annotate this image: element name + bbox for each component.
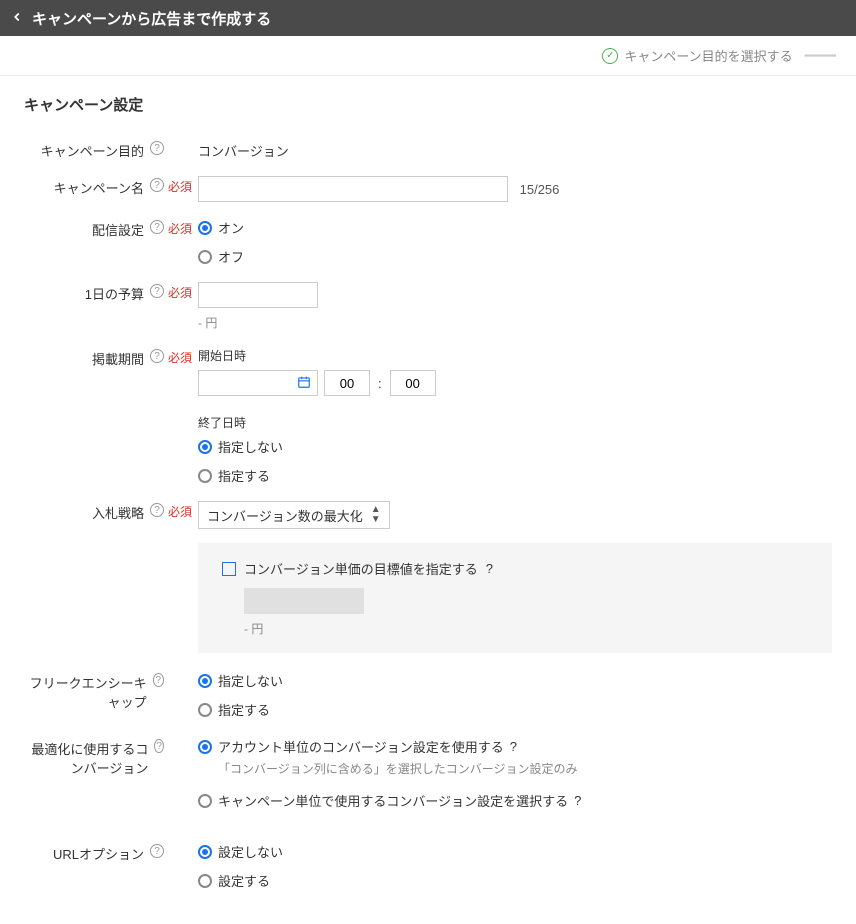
radio-icon bbox=[198, 740, 212, 754]
radio-label: 指定しない bbox=[218, 671, 283, 690]
trail-line: ━━━━ bbox=[805, 48, 836, 64]
help-icon[interactable]: ? bbox=[486, 561, 493, 576]
radio-icon bbox=[198, 440, 212, 454]
time-separator: : bbox=[378, 376, 382, 391]
start-date-input[interactable] bbox=[198, 370, 318, 396]
label-objective: キャンペーン目的 bbox=[41, 141, 144, 160]
daily-budget-input[interactable] bbox=[198, 282, 318, 308]
urlopt-none-radio[interactable]: 設定しない bbox=[198, 842, 832, 861]
start-date-label: 開始日時 bbox=[198, 347, 832, 364]
header-title: キャンペーンから広告まで作成する bbox=[32, 8, 271, 29]
objective-value: コンバージョン bbox=[194, 139, 832, 160]
page-header: キャンペーンから広告まで作成する bbox=[0, 0, 856, 36]
radio-icon bbox=[198, 794, 212, 808]
required-badge: 必須 bbox=[168, 505, 192, 519]
optconv-campaign-radio[interactable]: キャンペーン単位で使用するコンバージョン設定を選択する ? bbox=[198, 791, 832, 810]
required-badge: 必須 bbox=[168, 222, 192, 236]
label-period: 掲載期間 bbox=[92, 349, 144, 368]
label-delivery: 配信設定 bbox=[92, 220, 144, 239]
urlopt-set-radio[interactable]: 設定する bbox=[198, 871, 832, 890]
row-objective: キャンペーン目的 ? コンバージョン bbox=[24, 139, 832, 160]
row-period: 掲載期間 ? 必須 開始日時 : 終了日時 指定しない bbox=[24, 347, 832, 485]
back-icon[interactable] bbox=[10, 10, 24, 27]
help-icon[interactable]: ? bbox=[510, 739, 517, 754]
row-bid: 入札戦略 ? 必須 コンバージョン数の最大化 ▲▼ コンバージョン単価の目標値を… bbox=[24, 501, 832, 653]
name-counter: 15/256 bbox=[520, 182, 560, 197]
label-urlopt: URLオプション bbox=[53, 844, 144, 863]
delivery-off-radio[interactable]: オフ bbox=[198, 247, 832, 266]
optconv-account-radio[interactable]: アカウント単位のコンバージョン設定を使用する ? bbox=[198, 737, 832, 756]
end-none-radio[interactable]: 指定しない bbox=[198, 437, 832, 456]
radio-icon bbox=[198, 469, 212, 483]
row-urlopt: URLオプション ? 設定しない 設定する bbox=[24, 842, 832, 890]
campaign-name-input[interactable] bbox=[198, 176, 508, 202]
delivery-on-radio[interactable]: オン bbox=[198, 218, 832, 237]
end-date-label: 終了日時 bbox=[198, 414, 832, 431]
row-optconv: 最適化に使用するコンバージョン ? アカウント単位のコンバージョン設定を使用する… bbox=[24, 737, 832, 824]
radio-label: 指定する bbox=[218, 700, 270, 719]
help-icon[interactable]: ? bbox=[150, 349, 164, 363]
progress-subheader: ✓ キャンペーン目的を選択する ━━━━ bbox=[0, 36, 856, 76]
end-set-radio[interactable]: 指定する bbox=[198, 466, 832, 485]
cpa-hint: - 円 bbox=[244, 620, 808, 637]
check-icon: ✓ bbox=[602, 48, 618, 64]
select-value: コンバージョン数の最大化 bbox=[207, 506, 363, 525]
radio-label: 設定しない bbox=[218, 842, 283, 861]
help-icon[interactable]: ? bbox=[574, 793, 581, 808]
budget-hint: - 円 bbox=[198, 314, 832, 331]
radio-label: オン bbox=[218, 218, 244, 237]
required-badge: 必須 bbox=[168, 286, 192, 300]
label-bid: 入札戦略 bbox=[92, 503, 144, 522]
radio-icon bbox=[198, 250, 212, 264]
help-icon[interactable]: ? bbox=[154, 739, 164, 753]
optconv-account-desc: 「コンバージョン列に含める」を選択したコンバージョン設定のみ bbox=[218, 760, 832, 777]
label-budget: 1日の予算 bbox=[85, 284, 144, 303]
radio-label: キャンペーン単位で使用するコンバージョン設定を選択する bbox=[218, 791, 568, 810]
radio-icon bbox=[198, 703, 212, 717]
bid-strategy-select[interactable]: コンバージョン数の最大化 ▲▼ bbox=[198, 501, 390, 529]
start-hour-input[interactable] bbox=[324, 370, 370, 396]
freqcap-none-radio[interactable]: 指定しない bbox=[198, 671, 832, 690]
step-label: キャンペーン目的を選択する bbox=[624, 46, 792, 65]
radio-label: 指定しない bbox=[218, 437, 283, 456]
radio-icon bbox=[198, 845, 212, 859]
bid-panel: コンバージョン単価の目標値を指定する ? - 円 bbox=[198, 543, 832, 653]
row-delivery: 配信設定 ? 必須 オン オフ bbox=[24, 218, 832, 266]
radio-label: オフ bbox=[218, 247, 244, 266]
required-badge: 必須 bbox=[168, 351, 192, 365]
start-minute-input[interactable] bbox=[390, 370, 436, 396]
help-icon[interactable]: ? bbox=[150, 503, 164, 517]
target-cpa-checkbox[interactable] bbox=[222, 562, 236, 576]
radio-icon bbox=[198, 874, 212, 888]
radio-label: アカウント単位のコンバージョン設定を使用する bbox=[218, 737, 504, 756]
chevron-updown-icon: ▲▼ bbox=[371, 505, 381, 525]
radio-label: 設定する bbox=[218, 871, 270, 890]
radio-icon bbox=[198, 221, 212, 235]
freqcap-set-radio[interactable]: 指定する bbox=[198, 700, 832, 719]
row-freqcap: フリークエンシーキャップ ? 指定しない 指定する bbox=[24, 671, 832, 719]
section-title: キャンペーン設定 bbox=[24, 94, 832, 115]
label-name: キャンペーン名 bbox=[54, 178, 144, 197]
help-icon[interactable]: ? bbox=[150, 844, 164, 858]
row-budget: 1日の予算 ? 必須 - 円 bbox=[24, 282, 832, 331]
help-icon[interactable]: ? bbox=[150, 220, 164, 234]
checkbox-label: コンバージョン単価の目標値を指定する bbox=[244, 559, 478, 578]
calendar-icon[interactable] bbox=[297, 375, 311, 392]
target-cpa-input[interactable] bbox=[244, 588, 364, 614]
start-date-field[interactable] bbox=[205, 376, 285, 391]
required-badge: 必須 bbox=[168, 180, 192, 194]
help-icon[interactable]: ? bbox=[150, 284, 164, 298]
label-optconv: 最適化に使用するコンバージョン bbox=[24, 739, 148, 777]
label-freqcap: フリークエンシーキャップ bbox=[24, 673, 147, 711]
content: キャンペーン設定 キャンペーン目的 ? コンバージョン キャンペーン名 ? 必須… bbox=[0, 76, 856, 924]
help-icon[interactable]: ? bbox=[153, 673, 164, 687]
help-icon[interactable]: ? bbox=[150, 141, 164, 155]
help-icon[interactable]: ? bbox=[150, 178, 164, 192]
radio-label: 指定する bbox=[218, 466, 270, 485]
row-name: キャンペーン名 ? 必須 15/256 bbox=[24, 176, 832, 202]
radio-icon bbox=[198, 674, 212, 688]
